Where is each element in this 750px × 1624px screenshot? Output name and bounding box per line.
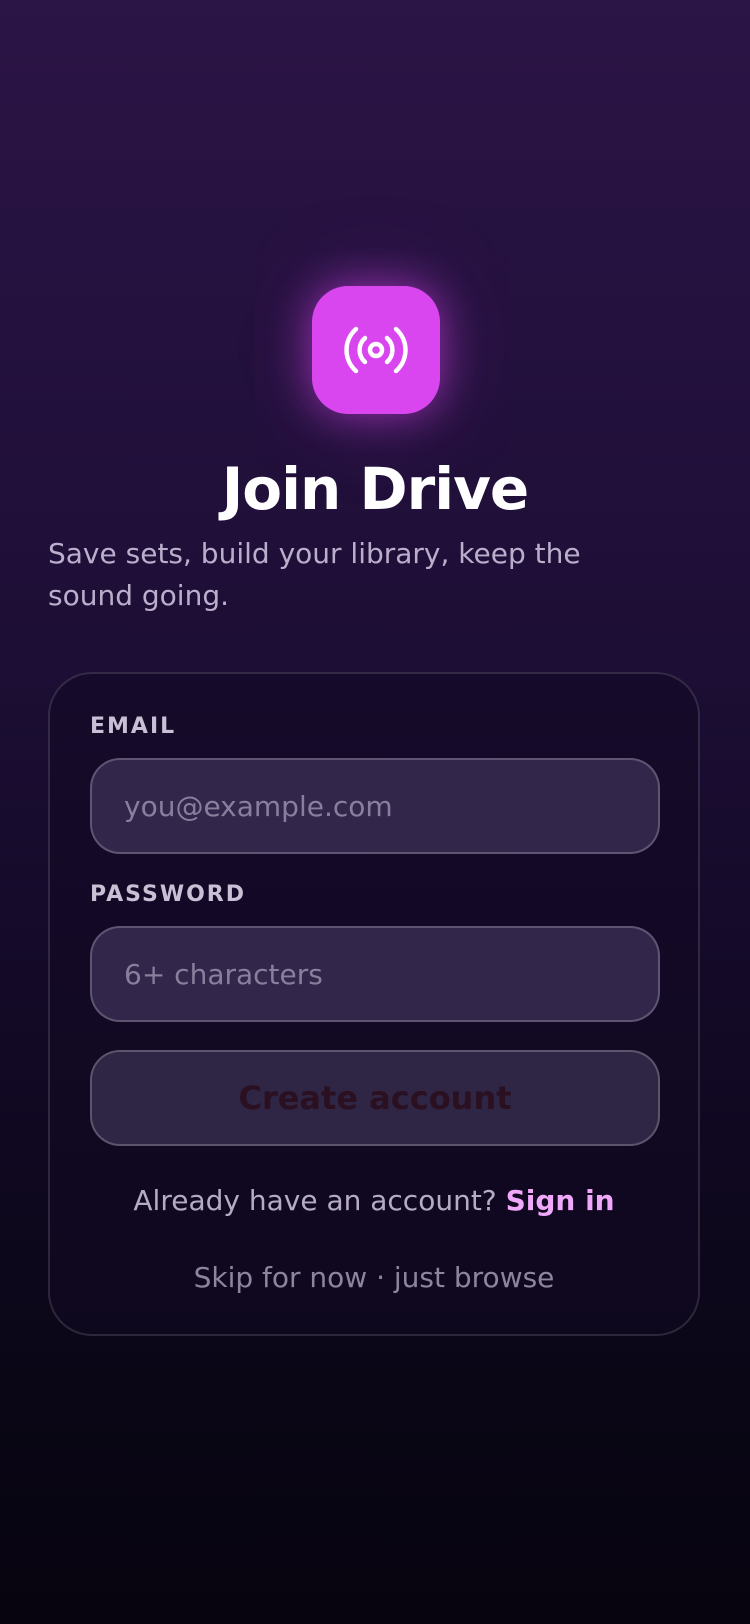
signin-link[interactable]: Sign in xyxy=(506,1184,615,1217)
email-placeholder: you@example.com xyxy=(124,789,393,823)
app-logo xyxy=(312,286,440,414)
broadcast-icon xyxy=(344,326,408,374)
page-subtitle: Save sets, build your library, keep the … xyxy=(48,537,581,612)
email-label: EMAIL xyxy=(90,714,177,739)
email-field[interactable]: you@example.com xyxy=(90,758,660,854)
create-account-button[interactable]: Create account xyxy=(90,1050,660,1146)
skip-browse-link[interactable]: Skip for now · just browse xyxy=(50,1261,698,1294)
signin-prompt: Already have an account? xyxy=(133,1184,497,1217)
signin-prompt-row: Already have an account? Sign in xyxy=(50,1184,698,1217)
page-title: Join Drive xyxy=(221,455,530,523)
signup-card: EMAIL you@example.com PASSWORD 6+ charac… xyxy=(48,672,700,1336)
password-field[interactable]: 6+ characters xyxy=(90,926,660,1022)
password-placeholder: 6+ characters xyxy=(124,957,323,991)
password-label: PASSWORD xyxy=(90,882,247,907)
